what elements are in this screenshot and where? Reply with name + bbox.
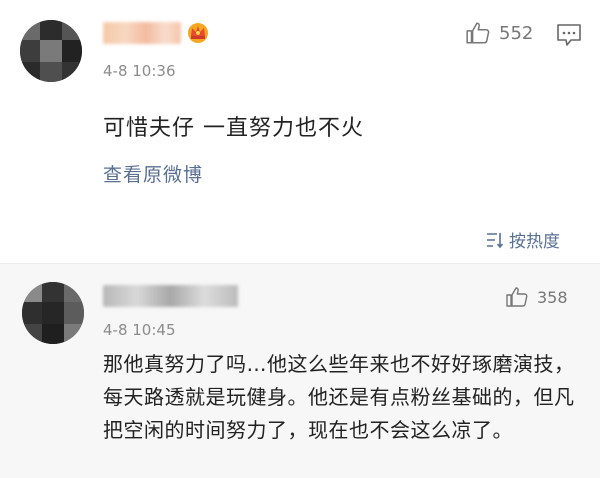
like-button[interactable]: 552 — [465, 20, 533, 46]
comment-icon[interactable] — [555, 22, 583, 48]
username-blurred[interactable] — [103, 285, 238, 307]
reply-text: 那他真努力了吗…他这么些年来也不好好琢磨演技，每天路透就是玩健身。他还是有点粉丝… — [103, 352, 575, 442]
like-count: 358 — [537, 287, 568, 307]
vip-crown-icon — [188, 23, 208, 43]
comment-time: 4-8 10:36 — [103, 62, 176, 80]
reply-time: 4-8 10:45 — [103, 321, 176, 339]
comment-card: 4-8 10:36 552 可惜夫仔 一直努力也不火 查看原微博 按热度 — [0, 0, 600, 263]
comment-text: 可惜夫仔 一直努力也不火 — [103, 116, 364, 141]
username-blurred[interactable] — [103, 22, 181, 44]
view-original-weibo-link[interactable]: 查看原微博 — [103, 160, 203, 187]
thumbs-up-icon — [466, 22, 490, 44]
sort-icon — [487, 232, 504, 248]
thumbs-up-icon — [506, 287, 528, 307]
like-count: 552 — [499, 22, 534, 44]
sort-label: 按热度 — [509, 232, 560, 252]
sort-by-hot-button[interactable]: 按热度 — [485, 227, 560, 252]
avatar[interactable] — [20, 20, 82, 82]
like-button[interactable]: 358 — [505, 285, 568, 309]
avatar[interactable] — [22, 282, 84, 344]
